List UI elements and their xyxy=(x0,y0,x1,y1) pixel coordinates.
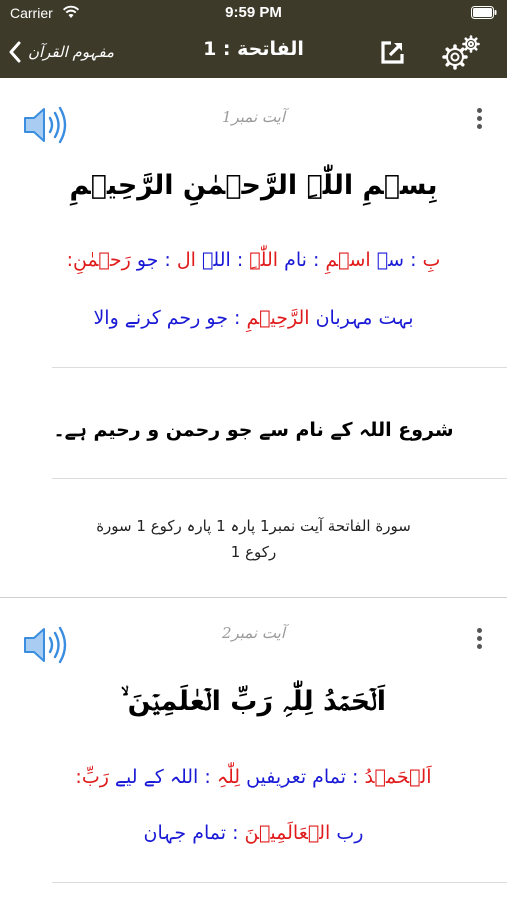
verse-reference: سورة الفاتحة آیت نمبر1 پارہ 1 پارہ رکوع … xyxy=(40,513,467,565)
word-arabic: اللّٰہِ xyxy=(249,249,279,271)
divider xyxy=(52,367,507,368)
word-meaning: : نام xyxy=(284,249,320,271)
page-title: الفاتحة : 1 xyxy=(203,38,304,60)
clock: 9:59 PM xyxy=(225,4,282,21)
play-audio-button[interactable] xyxy=(22,625,70,669)
word-by-word-line-1: اَلۡحَمۡدُ : تمام تعریفیں لِلّٰہِ : اللہ… xyxy=(0,766,507,788)
verse-card: آیت نمبر2 اَلۡحَمۡدُ لِلّٰہِ رَبِّ الۡعٰ… xyxy=(0,598,507,900)
more-dot xyxy=(477,636,482,641)
word-arabic: اَلۡحَمۡدُ xyxy=(364,766,432,788)
more-dot xyxy=(477,116,482,121)
speaker-icon xyxy=(24,626,67,664)
word-meaning: : اللہ xyxy=(202,249,244,271)
word-arabic: الۡعَالَمِیۡنَ xyxy=(244,822,331,844)
word-by-word-line-2: رب الۡعَالَمِیۡنَ : تمام جہان xyxy=(0,822,507,844)
more-options-button[interactable] xyxy=(470,627,488,651)
word-by-word-line-2: بہت مہربان الرَّحِیۡمِ : جو رحم کرنے وال… xyxy=(0,307,507,329)
reference-line: رکوع 1 xyxy=(230,543,277,561)
ayat-number-label: آیت نمبر2 xyxy=(221,624,285,642)
word-meaning: : اللہ کے لیے xyxy=(114,766,211,788)
verse-card: آیت نمبر1 بِسۡمِ اللّٰہِ الرَّحۡمٰنِ الر… xyxy=(0,78,507,598)
more-options-button[interactable] xyxy=(470,107,488,131)
word-arabic: الرَّحِیۡمِ xyxy=(246,307,310,329)
reference-line: سورة الفاتحة آیت نمبر1 پارہ 1 پارہ رکوع … xyxy=(96,517,411,535)
word-meaning: : تمام تعریفیں xyxy=(246,766,359,788)
arabic-verse: اَلۡحَمۡدُ لِلّٰہِ رَبِّ الۡعٰلَمِیۡنَ ۙ xyxy=(120,686,387,717)
divider xyxy=(52,478,507,479)
word-arabic: ال xyxy=(176,249,196,271)
arabic-verse: بِسۡمِ اللّٰہِ الرَّحۡمٰنِ الرَّحِیۡمِ xyxy=(69,170,438,201)
word-arabic: رَحۡمٰنِ xyxy=(72,249,131,271)
urdu-translation: شروع اللہ کے نام سے جو رحمن و رحیم ہے۔ xyxy=(53,419,454,441)
play-audio-button[interactable] xyxy=(22,105,70,149)
divider xyxy=(52,882,507,883)
word-arabic: اسۡمِ xyxy=(325,249,371,271)
word-by-word-line-1: بِ : سے اسۡمِ : نام اللّٰہِ : اللہ ال : … xyxy=(0,249,507,271)
word-meaning: بہت مہربان xyxy=(315,307,414,329)
battery-icon xyxy=(471,6,497,19)
word-arabic: لِلّٰہِ xyxy=(216,766,241,788)
word-meaning: رب xyxy=(336,822,364,844)
word-arabic: بِ xyxy=(422,249,441,271)
settings-button[interactable] xyxy=(440,33,484,75)
speaker-icon xyxy=(24,106,67,144)
word-arabic: رَبِّ xyxy=(81,766,109,788)
more-dot xyxy=(477,124,482,129)
word-meaning: : جو رحم کرنے والا xyxy=(93,307,241,329)
more-dot xyxy=(477,628,482,633)
navigation-bar: مفہوم القرآن الفاتحة : 1 xyxy=(0,26,507,78)
share-icon xyxy=(381,41,404,64)
ayat-number-label: آیت نمبر1 xyxy=(221,108,285,126)
gear-icon xyxy=(442,35,480,70)
word-meaning: : تمام جہان xyxy=(143,822,239,844)
word-meaning: : جو xyxy=(136,249,171,271)
share-button[interactable] xyxy=(380,39,406,69)
more-dot xyxy=(477,108,482,113)
status-bar: Carrier 9:59 PM xyxy=(0,0,507,26)
word-meaning: : سے xyxy=(376,249,417,271)
more-dot xyxy=(477,644,482,649)
